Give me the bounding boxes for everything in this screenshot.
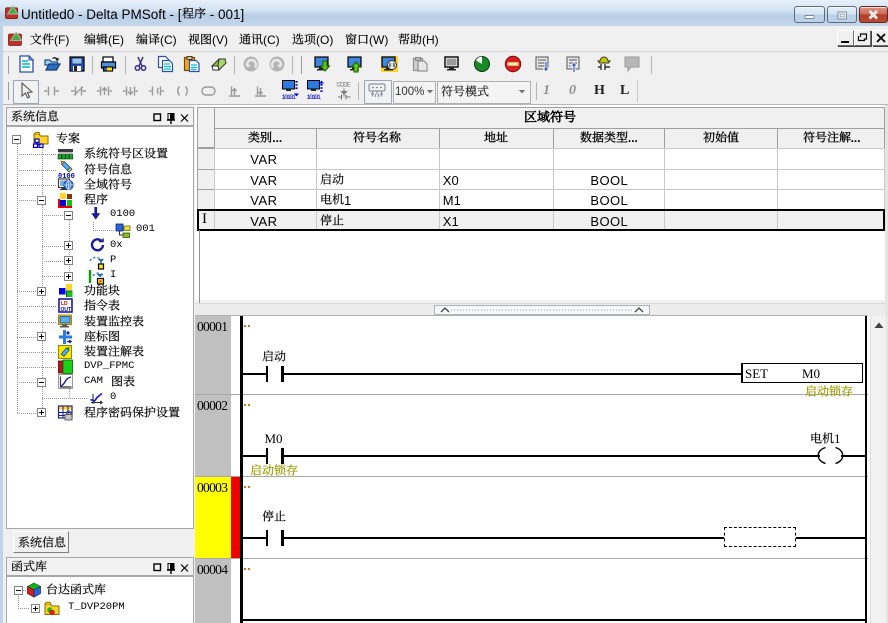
svg-text:10101: 10101 <box>282 94 297 102</box>
svg-text:OUT: OUT <box>61 307 72 313</box>
svg-text:10101: 10101 <box>306 94 321 102</box>
svg-text:CODE: CODE <box>337 83 351 89</box>
